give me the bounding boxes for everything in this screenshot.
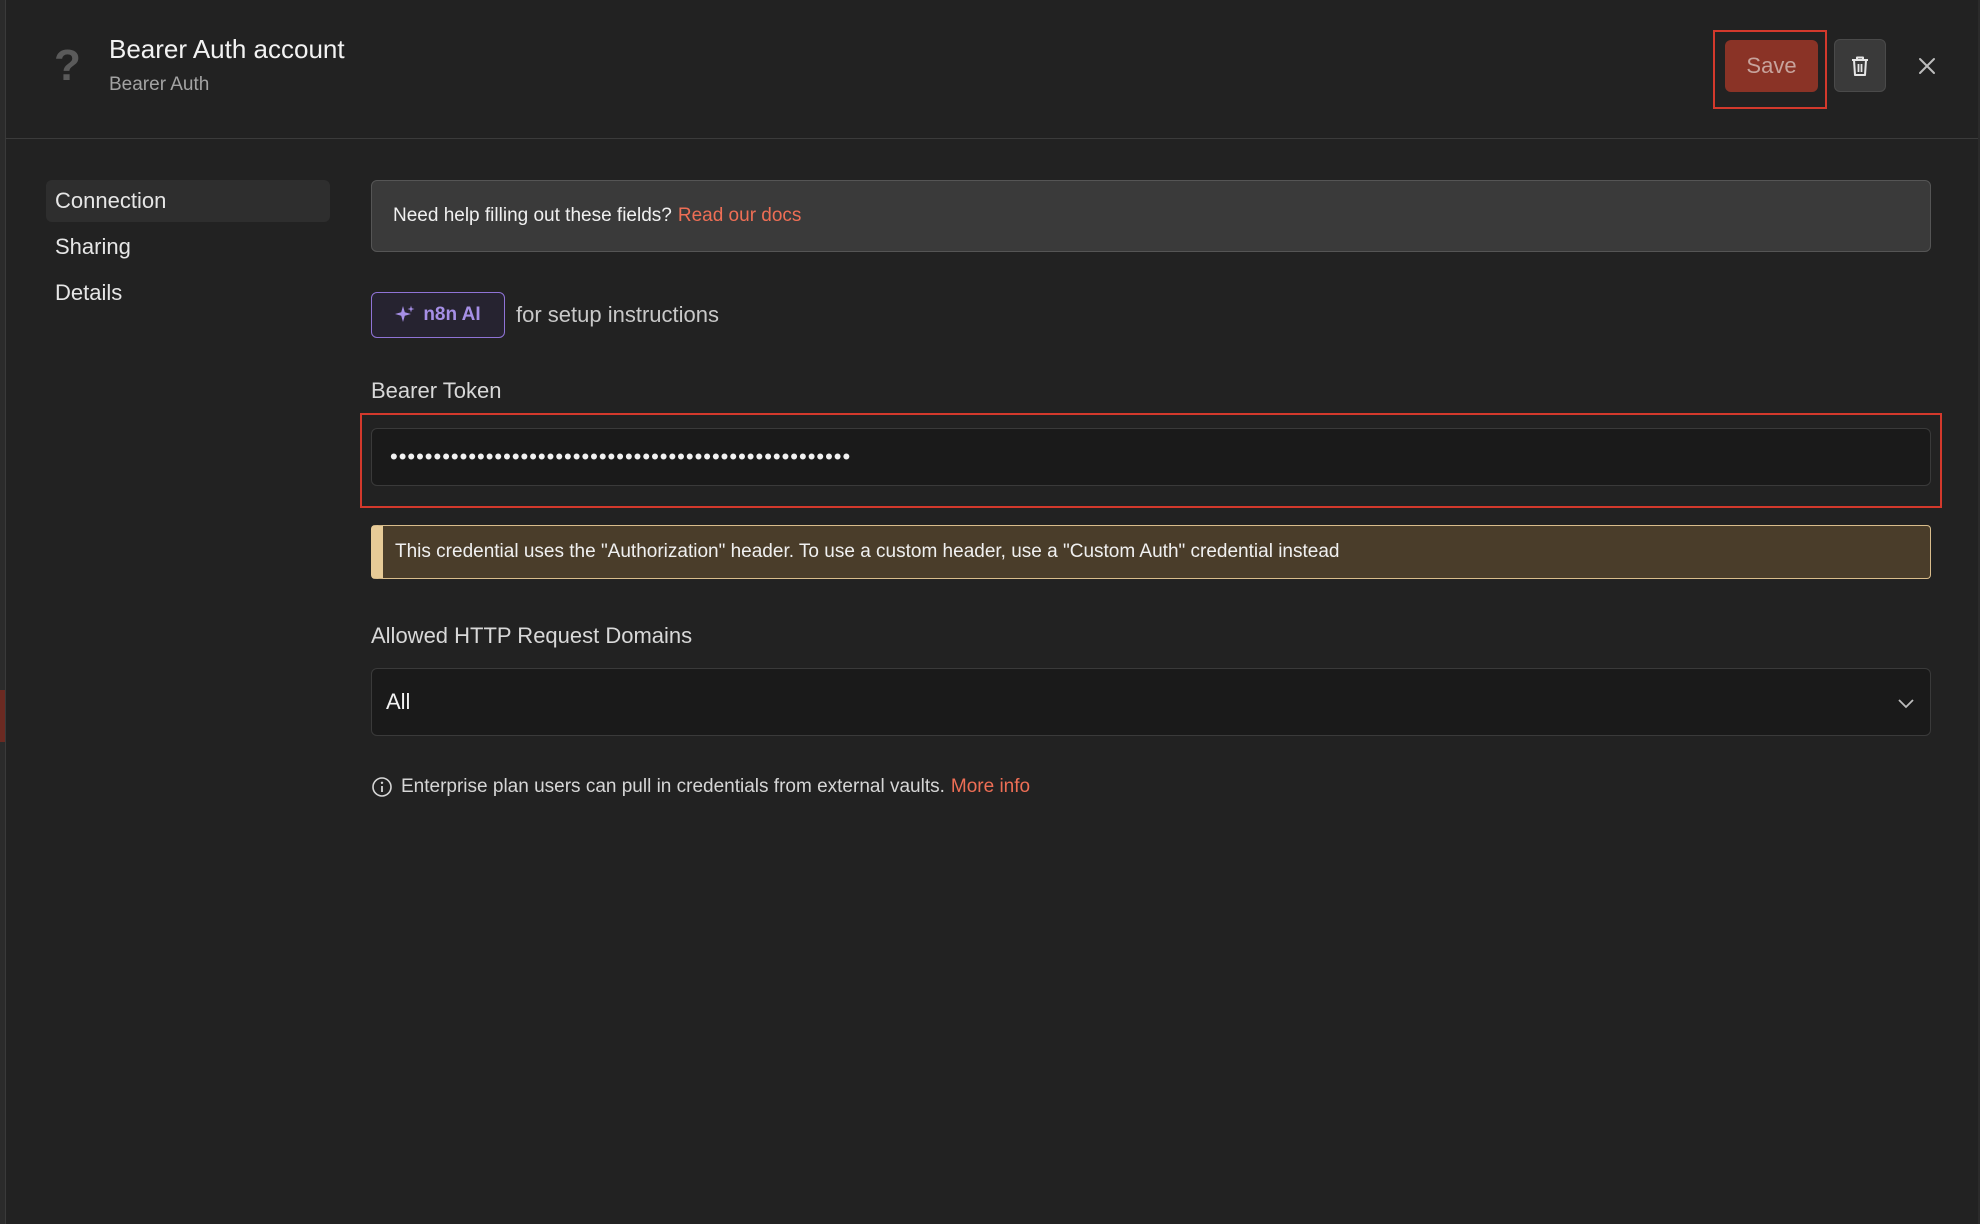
sidebar-item-sharing[interactable]: Sharing [46, 226, 330, 268]
n8n-ai-label: n8n AI [423, 304, 481, 325]
external-vaults-text: Enterprise plan users can pull in creden… [401, 776, 945, 797]
info-icon [372, 777, 392, 797]
save-button[interactable]: Save [1725, 40, 1818, 92]
external-vaults-info: Enterprise plan users can pull in creden… [371, 776, 1030, 798]
help-banner: Need help filling out these fields? Read… [371, 180, 1931, 252]
sidebar-item-connection[interactable]: Connection [46, 180, 330, 222]
allowed-domains-select[interactable]: All [371, 668, 1931, 736]
trash-icon [1852, 56, 1868, 76]
read-docs-link[interactable]: Read our docs [678, 205, 802, 227]
modal-header: ? Bearer Auth account Bearer Auth Save [6, 0, 1978, 139]
n8n-ai-button[interactable]: n8n AI [371, 292, 505, 338]
ai-assist-text: for setup instructions [516, 302, 719, 327]
question-mark-icon: ? [54, 41, 81, 90]
authorization-header-notice: This credential uses the "Authorization"… [371, 525, 1931, 579]
credential-type: Bearer Auth [109, 74, 210, 95]
chevron-down-icon [1898, 699, 1914, 709]
delete-button[interactable] [1834, 39, 1886, 92]
credential-modal: ? Bearer Auth account Bearer Auth Save C… [5, 0, 1978, 1224]
ai-assist-row: n8n AI for setup instructions [371, 292, 719, 338]
bearer-token-label: Bearer Token [371, 378, 502, 403]
more-info-link[interactable]: More info [951, 776, 1030, 798]
close-icon [1919, 58, 1935, 74]
credential-title[interactable]: Bearer Auth account [109, 34, 345, 65]
sidebar-item-details[interactable]: Details [46, 272, 330, 314]
sparkle-icon [395, 305, 415, 322]
close-button[interactable] [1911, 50, 1943, 82]
help-banner-text: Need help filling out these fields? [393, 205, 672, 226]
allowed-domains-value: All [386, 689, 411, 714]
allowed-domains-label: Allowed HTTP Request Domains [371, 623, 693, 648]
modal-sidebar: Connection Sharing Details [46, 180, 330, 318]
bearer-token-input[interactable]: ••••••••••••••••••••••••••••••••••••••••… [371, 428, 1931, 486]
